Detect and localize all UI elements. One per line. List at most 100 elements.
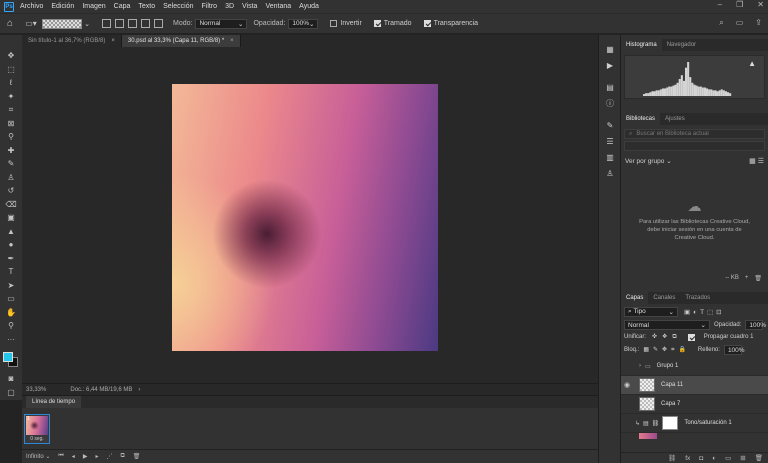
tween-icon[interactable]: ⋰ [106,453,112,460]
play-icon[interactable]: ▶ [83,453,88,460]
layer-filter-select[interactable]: ⌕ Tipo ⌄ [624,307,678,317]
unify-icons[interactable]: ✜❖⧉ [652,333,682,341]
warning-icon[interactable]: ▲ [748,59,756,68]
trash-icon[interactable]: 🗑 [754,275,762,282]
new-group-icon[interactable]: ▭ [725,454,731,462]
chevron-right-icon[interactable]: › [639,363,641,369]
adjustments-icon[interactable]: ☰ [599,133,621,149]
zoom-tool-icon[interactable]: ⚲ [4,319,18,333]
type-tool-icon[interactable]: T [4,265,18,279]
diamond-gradient-icon[interactable] [154,19,163,28]
home-icon[interactable]: ⌂ [0,18,20,29]
library-search[interactable]: ⌕ Buscar en Biblioteca actual [624,129,765,139]
layer-filter-icons[interactable]: ▣◐T⬚⊡ [684,308,725,316]
document-canvas[interactable] [172,84,438,351]
eye-icon[interactable]: ◉ [621,381,633,389]
first-frame-icon[interactable]: ⏮ [58,453,63,460]
menu-ayuda[interactable]: Ayuda [299,3,319,10]
menu-capa[interactable]: Capa [114,3,131,10]
mode-select[interactable]: Normal ⌄ [195,18,248,29]
tab-canales[interactable]: Canales [648,292,680,304]
crop-tool-icon[interactable]: ⌗ [4,103,18,117]
frame-tool-icon[interactable]: ⊠ [4,117,18,131]
chevron-right-icon[interactable]: › [138,387,140,393]
tab-trazados[interactable]: Trazados [680,292,715,304]
trash-icon[interactable]: 🗑 [755,454,763,462]
new-adjustment-icon[interactable]: ◐ [712,455,716,462]
tab-capas[interactable]: Capas [621,292,649,304]
menu-imagen[interactable]: Imagen [82,3,105,10]
propagate-checkbox[interactable] [687,333,695,341]
reflected-gradient-icon[interactable] [141,19,150,28]
close-icon[interactable]: × [230,38,234,44]
menu-texto[interactable]: Texto [138,3,155,10]
close-icon[interactable]: × [111,38,115,44]
history-icon[interactable]: ▦ [599,41,621,57]
menu-seleccion[interactable]: Selección [163,3,193,10]
info-icon[interactable]: ⓘ [599,95,621,111]
chevron-down-icon[interactable]: ⌄ [82,20,92,28]
history-brush-tool-icon[interactable]: ↺ [4,184,18,198]
list-view-icon[interactable]: ☰ [758,158,764,165]
magic-wand-tool-icon[interactable]: ✦ [4,90,18,104]
blur-tool-icon[interactable]: ▲ [4,225,18,239]
layer-row-capa-7[interactable]: Capa 7 [621,395,768,414]
menu-edicion[interactable]: Edición [51,3,74,10]
actions-play-icon[interactable]: ▶ [599,57,621,73]
hand-tool-icon[interactable]: ✋ [4,306,18,320]
animation-frame[interactable]: 0 seg. 1 [24,414,50,444]
doc-tab-30-psd[interactable]: 30.psd al 33,3% (Capa 11, RGB/8) * × [121,35,241,47]
dither-checkbox[interactable] [373,20,381,27]
channels-icon[interactable]: ▥ [599,149,621,165]
prev-frame-icon[interactable]: ◂ [72,453,75,460]
move-tool-icon[interactable]: ✥ [4,49,18,63]
healing-brush-tool-icon[interactable]: ✚ [4,144,18,158]
blend-mode-select[interactable]: Normal ⌄ [624,320,710,330]
color-swatches[interactable] [3,352,19,368]
doc-tab-sin-titulo[interactable]: Sin título-1 al 36,7% (RGB/8) × [22,35,122,47]
add-content-icon[interactable]: + [745,275,749,281]
tab-navegador[interactable]: Navegador [662,39,701,51]
brush-settings-icon[interactable]: ✎ [599,117,621,133]
menu-filtro[interactable]: Filtro [202,3,218,10]
eyedropper-tool-icon[interactable]: ⚲ [4,130,18,144]
tab-histograma[interactable]: Histograma [621,39,662,51]
lasso-tool-icon[interactable]: ℓ [4,76,18,90]
screen-mode-icon[interactable]: ▢ [4,386,18,400]
link-layers-icon[interactable]: ⛓ [668,454,676,462]
gradient-swatch[interactable] [42,18,82,29]
library-select[interactable] [624,141,765,151]
workspace-icon[interactable]: ▭ [736,18,744,28]
invert-checkbox[interactable] [330,20,338,27]
fx-icon[interactable]: fx [685,455,690,462]
share-icon[interactable]: ⇪ [755,18,762,28]
path-selection-tool-icon[interactable]: ➤ [4,279,18,293]
menu-3d[interactable]: 3D [225,3,234,10]
new-layer-icon[interactable]: ⊞ [740,454,745,462]
layer-row-tono-saturacion[interactable]: ↳ ▤ ⛓ Tono/saturación 1 [621,414,768,433]
marquee-tool-icon[interactable]: ⬚ [4,63,18,77]
clone-stamp-tool-icon[interactable]: ♙ [4,171,18,185]
timeline-title[interactable]: Línea de tiempo [26,396,82,408]
more-tools-icon[interactable]: ··· [4,333,18,347]
duplicate-frame-icon[interactable]: ⧉ [120,453,124,460]
menu-vista[interactable]: Vista [242,3,257,10]
loop-options[interactable]: Infinito ⌄ [26,453,50,460]
layer-row-capa-11[interactable]: ◉ Capa 11 [621,376,768,395]
eraser-tool-icon[interactable]: ⌫ [4,198,18,212]
tab-bibliotecas[interactable]: Bibliotecas [621,113,661,125]
maximize-icon[interactable]: ❐ [736,0,743,9]
search-icon[interactable]: ⌕ [719,18,723,28]
properties-icon[interactable]: ▤ [599,79,621,95]
brush-tool-icon[interactable]: ✎ [4,157,18,171]
next-frame-icon[interactable]: ▸ [95,453,98,460]
minimize-icon[interactable]: – [718,0,722,9]
quick-mask-icon[interactable]: ◙ [4,372,18,386]
layer-opacity-input[interactable]: 100% [745,320,766,330]
layer-row-grupo-1[interactable]: › ▭ Grupo 1 [621,357,768,376]
radial-gradient-icon[interactable] [115,19,124,28]
gradient-tool-icon[interactable]: ▣ [4,211,18,225]
opacity-input[interactable]: 100% ⌄ [288,18,319,29]
close-icon[interactable]: ✕ [757,0,764,9]
tab-ajustes[interactable]: Ajustes [660,113,690,125]
